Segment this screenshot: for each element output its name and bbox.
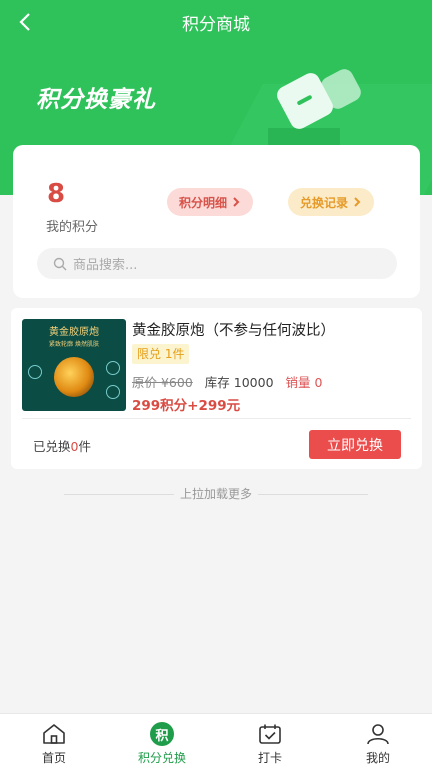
- exchanged-count: 已兑换0件: [33, 436, 91, 455]
- limit-tag: 限兑 1件: [132, 344, 190, 364]
- tab-checkin[interactable]: 打卡: [216, 714, 324, 768]
- points-detail-label: 积分明细: [179, 195, 228, 210]
- product-image-subtitle: 紧致轮廓 焕然肌肤: [49, 341, 99, 348]
- product-price: 299积分+299元: [132, 398, 241, 414]
- exchanged-prefix: 已兑换: [33, 439, 71, 454]
- points-detail-button[interactable]: 积分明细: [167, 188, 254, 216]
- points-card: 8 我的积分 积分明细 兑换记录 商品搜索...: [13, 145, 420, 298]
- chevron-right-icon: [233, 197, 240, 207]
- search-input[interactable]: 商品搜索...: [37, 248, 397, 279]
- points-value: 8: [47, 179, 66, 209]
- points-label: 我的积分: [46, 220, 99, 235]
- tab-bar: 首页 积 积分兑换 打卡 我的: [0, 713, 432, 768]
- tab-mine-label: 我的: [365, 751, 390, 765]
- search-placeholder: 商品搜索...: [73, 258, 138, 273]
- product-image-title: 黄金胶原炮: [49, 327, 99, 338]
- product-meta: 原价 ¥600 库存 10000 销量 0: [132, 372, 322, 391]
- exchange-record-button[interactable]: 兑换记录: [288, 188, 375, 216]
- banner-slogan: 积分换豪礼: [36, 87, 156, 113]
- tab-points-exchange-label: 积分兑换: [137, 751, 186, 765]
- tab-points-exchange[interactable]: 积 积分兑换: [108, 714, 216, 768]
- user-icon: [365, 722, 391, 746]
- home-icon: [41, 722, 67, 746]
- divider: [22, 418, 411, 419]
- load-more-text: 上拉加载更多: [179, 487, 252, 501]
- stock-count: 库存 10000: [204, 375, 274, 390]
- search-icon: [53, 257, 67, 270]
- product-name[interactable]: 黄金胶原炮（不参与任何波比）: [132, 319, 335, 340]
- exchanged-suffix: 件: [78, 439, 91, 454]
- exchange-record-label: 兑换记录: [300, 195, 349, 210]
- exchange-now-button[interactable]: 立即兑换: [309, 430, 401, 459]
- navigation-bar: 积分商城: [0, 0, 432, 44]
- capsule-illustration: [54, 357, 94, 397]
- chevron-right-icon: [354, 197, 361, 207]
- product-image[interactable]: 黄金胶原炮 紧致轮廓 焕然肌肤: [22, 319, 126, 411]
- tab-home-label: 首页: [41, 751, 66, 765]
- tab-home[interactable]: 首页: [0, 714, 108, 768]
- sales-count: 销量 0: [285, 375, 323, 390]
- calendar-check-icon: [257, 722, 283, 746]
- back-icon[interactable]: [14, 10, 38, 34]
- tab-checkin-label: 打卡: [257, 751, 282, 765]
- product-card[interactable]: 黄金胶原炮 紧致轮廓 焕然肌肤 黄金胶原炮（不参与任何波比） 限兑 1件 原价 …: [11, 308, 422, 469]
- page-title: 积分商城: [182, 14, 250, 35]
- tab-mine[interactable]: 我的: [324, 714, 432, 768]
- original-price: 原价 ¥600: [132, 375, 193, 390]
- points-icon: 积: [150, 722, 174, 746]
- load-more-hint: 上拉加载更多: [0, 485, 432, 502]
